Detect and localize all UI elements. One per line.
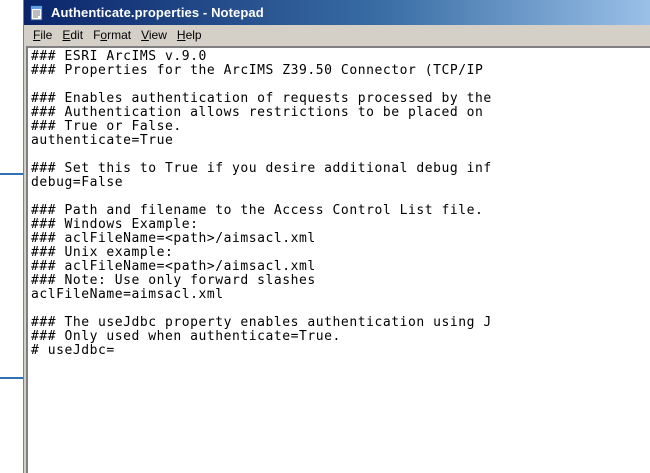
editor-line: ### Set this to True if you desire addit… [31, 161, 492, 176]
editor-line: ### Properties for the ArcIMS Z39.50 Con… [31, 63, 484, 78]
editor-line: ### True or False. [31, 119, 182, 134]
editor-line: ### Unix example: [31, 245, 174, 260]
editor-line: ### aclFileName=<path>/aimsacl.xml [31, 259, 316, 274]
editor-line: debug=False [31, 175, 124, 190]
menu-help[interactable]: Help [172, 28, 207, 42]
editor-line: ### Windows Example: [31, 217, 199, 232]
menu-view[interactable]: View [136, 28, 172, 42]
menu-format[interactable]: Format [88, 28, 136, 42]
editor-line: aclFileName=aimsacl.xml [31, 287, 224, 302]
menu-edit[interactable]: Edit [57, 28, 88, 42]
editor-line: ### Enables authentication of requests p… [31, 91, 492, 106]
notepad-window: Authenticate.properties - Notepad File E… [23, 0, 650, 473]
screenshot-stage: Authenticate.properties - Notepad File E… [0, 0, 650, 473]
menu-file[interactable]: File [28, 28, 57, 42]
editor-line: ### The useJdbc property enables authent… [31, 315, 492, 330]
editor-line: ### Authentication allows restrictions t… [31, 105, 484, 120]
title-bar[interactable]: Authenticate.properties - Notepad [24, 0, 650, 25]
editor-line: # useJdbc= [31, 343, 115, 358]
menu-bar: File Edit Format View Help [24, 25, 650, 45]
editor-line: ### aclFileName=<path>/aimsacl.xml [31, 231, 316, 246]
editor-line: ### Only used when authenticate=True. [31, 329, 341, 344]
editor-line: ### Note: Use only forward slashes [31, 273, 316, 288]
text-editor[interactable]: ### ESRI ArcIMS v.9.0 ### Properties for… [26, 46, 650, 473]
editor-line: ### ESRI ArcIMS v.9.0 [31, 49, 207, 64]
notepad-icon[interactable] [29, 5, 45, 21]
window-title: Authenticate.properties - Notepad [51, 5, 264, 20]
editor-line: authenticate=True [31, 133, 174, 148]
editor-line: ### Path and filename to the Access Cont… [31, 203, 484, 218]
